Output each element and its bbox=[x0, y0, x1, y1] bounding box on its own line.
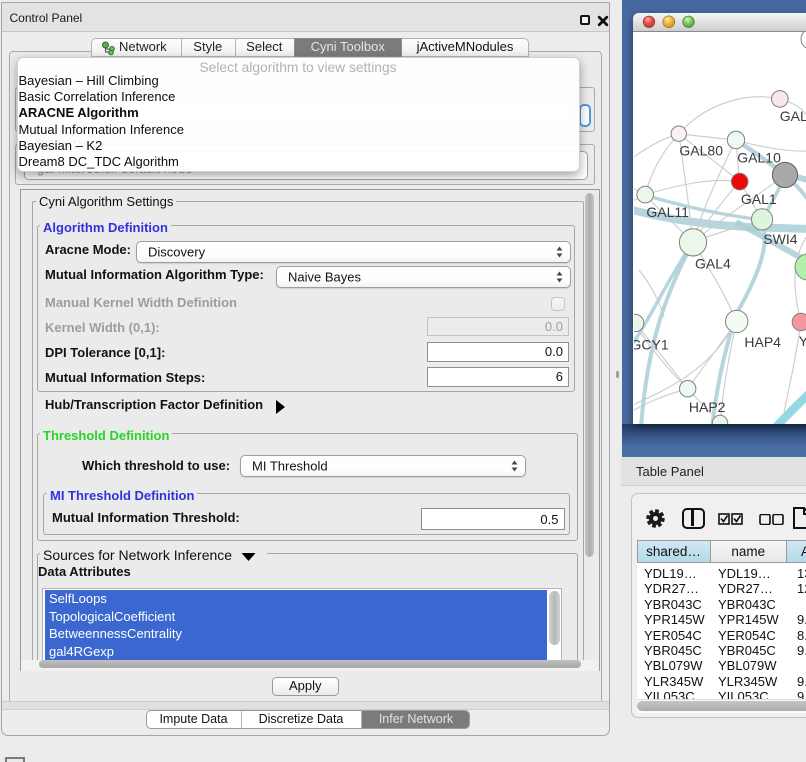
svg-text:HAP2: HAP2 bbox=[688, 399, 725, 415]
svg-text:GAL1: GAL1 bbox=[740, 191, 776, 207]
svg-text:Y: Y bbox=[798, 333, 806, 349]
svg-text:HAP4: HAP4 bbox=[744, 334, 781, 350]
svg-text:GAL80: GAL80 bbox=[679, 143, 723, 159]
svg-text:GAL11: GAL11 bbox=[646, 204, 689, 220]
svg-text:GAL: GAL bbox=[779, 108, 806, 124]
svg-text:GCY1: GCY1 bbox=[634, 337, 669, 353]
svg-text:SWI4: SWI4 bbox=[763, 231, 797, 247]
svg-text:GAL4: GAL4 bbox=[695, 256, 731, 272]
svg-text:GAL10: GAL10 bbox=[737, 150, 781, 166]
